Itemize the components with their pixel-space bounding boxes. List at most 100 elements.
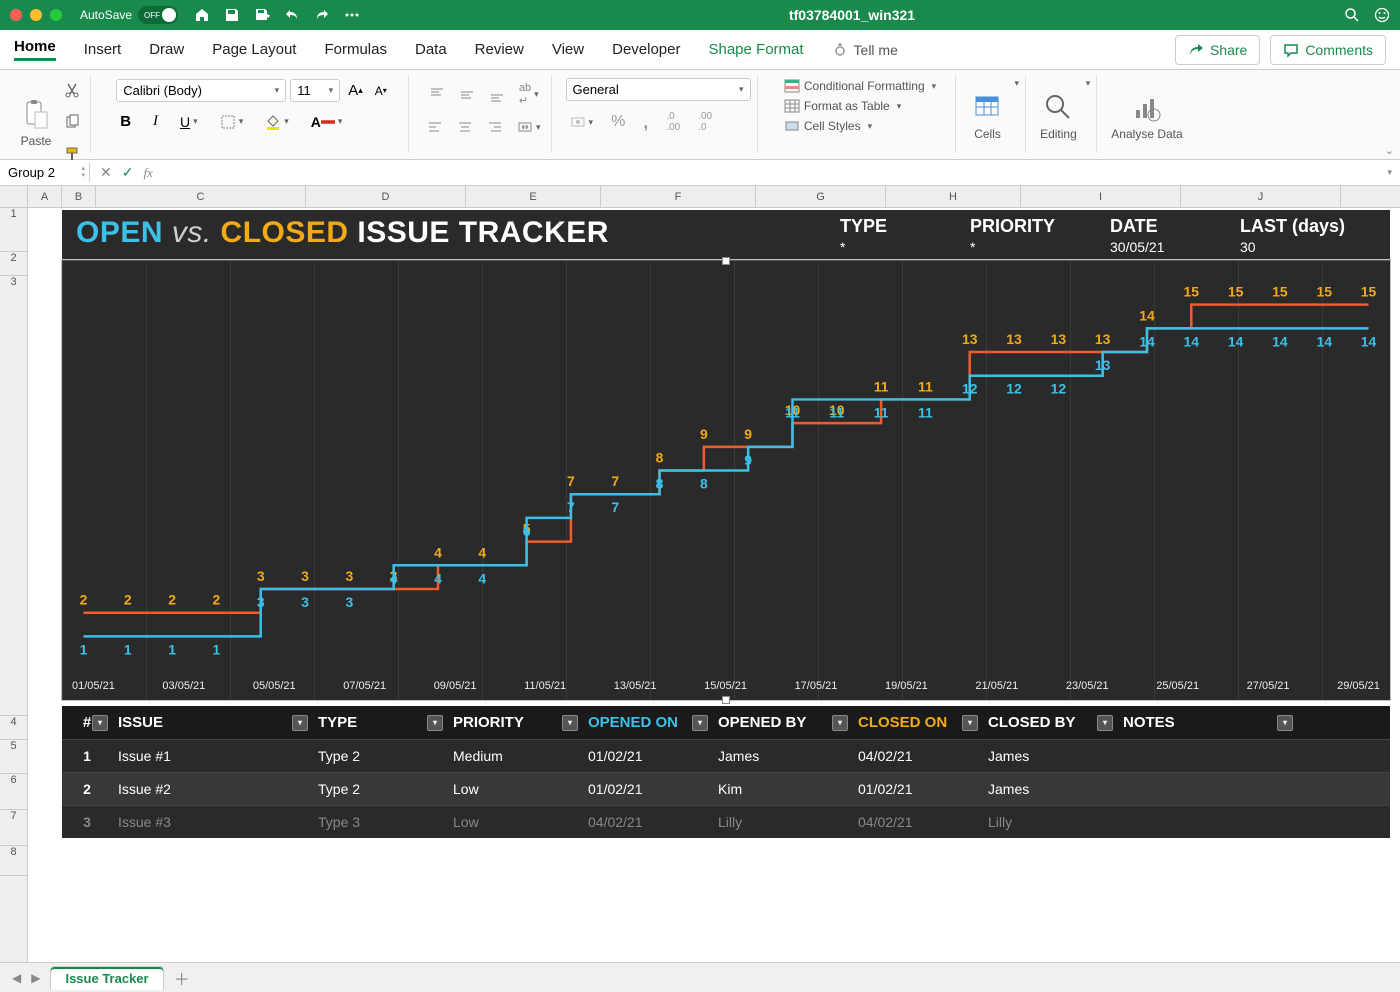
- tab-review[interactable]: Review: [475, 41, 524, 58]
- collapse-ribbon-icon[interactable]: ⌄: [1385, 144, 1394, 157]
- save-as-icon[interactable]: [254, 7, 270, 23]
- decrease-font-icon[interactable]: A▾: [371, 80, 391, 102]
- increase-font-icon[interactable]: A▴: [344, 78, 367, 103]
- row-header[interactable]: 2: [0, 252, 27, 276]
- tab-data[interactable]: Data: [415, 41, 447, 58]
- align-middle-icon[interactable]: [455, 83, 479, 107]
- col-header[interactable]: H: [886, 186, 1021, 208]
- col-header[interactable]: A: [28, 186, 62, 208]
- fill-color-icon[interactable]: ▾: [261, 110, 293, 134]
- analyse-icon[interactable]: [1129, 90, 1165, 126]
- filter-icon[interactable]: ▾: [562, 715, 578, 731]
- currency-icon[interactable]: ▾: [566, 110, 598, 134]
- font-size-select[interactable]: 11 ▾: [290, 79, 340, 102]
- comments-button[interactable]: Comments: [1270, 35, 1386, 65]
- align-bottom-icon[interactable]: [485, 83, 509, 107]
- filter-icon[interactable]: ▾: [427, 715, 443, 731]
- row-header[interactable]: 3: [0, 276, 27, 716]
- row-header[interactable]: 4: [0, 716, 27, 740]
- tab-draw[interactable]: Draw: [149, 41, 184, 58]
- conditional-formatting[interactable]: Conditional Formatting▾: [784, 78, 936, 94]
- row-header[interactable]: 7: [0, 810, 27, 846]
- col-header[interactable]: E: [466, 186, 601, 208]
- undo-icon[interactable]: [284, 7, 300, 23]
- format-as-table[interactable]: Format as Table▾: [784, 98, 901, 114]
- prev-sheet-icon[interactable]: ◀: [12, 971, 21, 985]
- col-header[interactable]: D: [306, 186, 466, 208]
- next-sheet-icon[interactable]: ▶: [31, 971, 40, 985]
- tab-home[interactable]: Home: [14, 38, 56, 61]
- editing-icon[interactable]: [1040, 89, 1076, 125]
- filter-icon[interactable]: ▾: [92, 715, 108, 731]
- name-box[interactable]: Group 2 ▴▾: [0, 163, 90, 182]
- merge-icon[interactable]: ▾: [513, 115, 545, 139]
- name-box-spinner[interactable]: ▴▾: [81, 165, 85, 179]
- selection-handle[interactable]: [722, 696, 730, 704]
- more-icon[interactable]: [344, 7, 360, 23]
- maximize-icon[interactable]: [50, 9, 62, 21]
- tab-page-layout[interactable]: Page Layout: [212, 41, 296, 58]
- cells-icon[interactable]: [970, 89, 1006, 125]
- home-icon[interactable]: [194, 7, 210, 23]
- search-icon[interactable]: [1344, 7, 1360, 23]
- align-right-icon[interactable]: [483, 115, 507, 139]
- row-header[interactable]: 5: [0, 740, 27, 774]
- filter-icon[interactable]: ▾: [1277, 715, 1293, 731]
- align-center-icon[interactable]: [453, 115, 477, 139]
- tell-me[interactable]: Tell me: [832, 42, 898, 58]
- fx-icon[interactable]: fx: [143, 165, 152, 181]
- autosave-toggle[interactable]: AutoSave: [80, 6, 178, 24]
- tab-shape-format[interactable]: Shape Format: [708, 41, 803, 58]
- formula-input[interactable]: [163, 171, 1385, 175]
- copy-icon[interactable]: [60, 110, 84, 134]
- font-name-select[interactable]: Calibri (Body) ▾: [116, 79, 286, 102]
- filter-icon[interactable]: ▾: [1097, 715, 1113, 731]
- row-header[interactable]: 8: [0, 846, 27, 876]
- tab-formulas[interactable]: Formulas: [324, 41, 387, 58]
- align-top-icon[interactable]: [425, 83, 449, 107]
- tab-developer[interactable]: Developer: [612, 41, 680, 58]
- redo-icon[interactable]: [314, 7, 330, 23]
- col-header[interactable]: K: [1341, 186, 1400, 208]
- row-header[interactable]: 6: [0, 774, 27, 810]
- col-header[interactable]: F: [601, 186, 756, 208]
- expand-formula-icon[interactable]: ▾: [1387, 167, 1392, 178]
- cell-styles[interactable]: Cell Styles▾: [784, 118, 872, 134]
- align-left-icon[interactable]: [423, 115, 447, 139]
- tab-view[interactable]: View: [552, 41, 584, 58]
- selection-handle[interactable]: [722, 257, 730, 265]
- wrap-text-icon[interactable]: ab↵▾: [515, 78, 543, 111]
- add-sheet-icon[interactable]: ＋: [174, 966, 190, 990]
- share-button[interactable]: Share: [1175, 35, 1260, 65]
- tab-insert[interactable]: Insert: [84, 41, 122, 58]
- filter-icon[interactable]: ▾: [962, 715, 978, 731]
- filter-icon[interactable]: ▾: [292, 715, 308, 731]
- table-row[interactable]: 2Issue #2Type 2Low01/02/21Kim01/02/21Jam…: [62, 772, 1390, 805]
- bold-icon[interactable]: B: [116, 109, 135, 134]
- minimize-icon[interactable]: [30, 9, 42, 21]
- table-row[interactable]: 3Issue #3Type 3Low04/02/21Lilly04/02/21L…: [62, 805, 1390, 838]
- percent-icon[interactable]: %: [607, 109, 629, 135]
- row-header[interactable]: 1: [0, 208, 27, 252]
- sheet-tab[interactable]: Issue Tracker: [50, 966, 163, 990]
- filter-icon[interactable]: ▾: [832, 715, 848, 731]
- comma-icon[interactable]: ,: [639, 108, 652, 137]
- save-icon[interactable]: [224, 7, 240, 23]
- col-header[interactable]: G: [756, 186, 886, 208]
- close-icon[interactable]: [10, 9, 22, 21]
- col-header[interactable]: C: [96, 186, 306, 208]
- cut-icon[interactable]: [60, 78, 84, 102]
- increase-decimal-icon[interactable]: .0.00: [662, 107, 684, 137]
- spreadsheet-grid[interactable]: A B C D E F G H I J K 1 2 3 4 5 6 7 8: [0, 186, 1400, 962]
- chart-object[interactable]: 2222333344577899101011111313131314151515…: [62, 260, 1390, 700]
- borders-icon[interactable]: ▾: [216, 110, 248, 134]
- italic-icon[interactable]: I: [149, 109, 162, 134]
- filter-icon[interactable]: ▾: [692, 715, 708, 731]
- col-header[interactable]: B: [62, 186, 96, 208]
- smiley-icon[interactable]: [1374, 7, 1390, 23]
- number-format-select[interactable]: General ▾: [566, 78, 751, 101]
- col-header[interactable]: I: [1021, 186, 1181, 208]
- cells-chevron[interactable]: ▾: [1015, 78, 1020, 89]
- col-header[interactable]: J: [1181, 186, 1341, 208]
- enter-formula-icon[interactable]: ✓: [122, 164, 134, 181]
